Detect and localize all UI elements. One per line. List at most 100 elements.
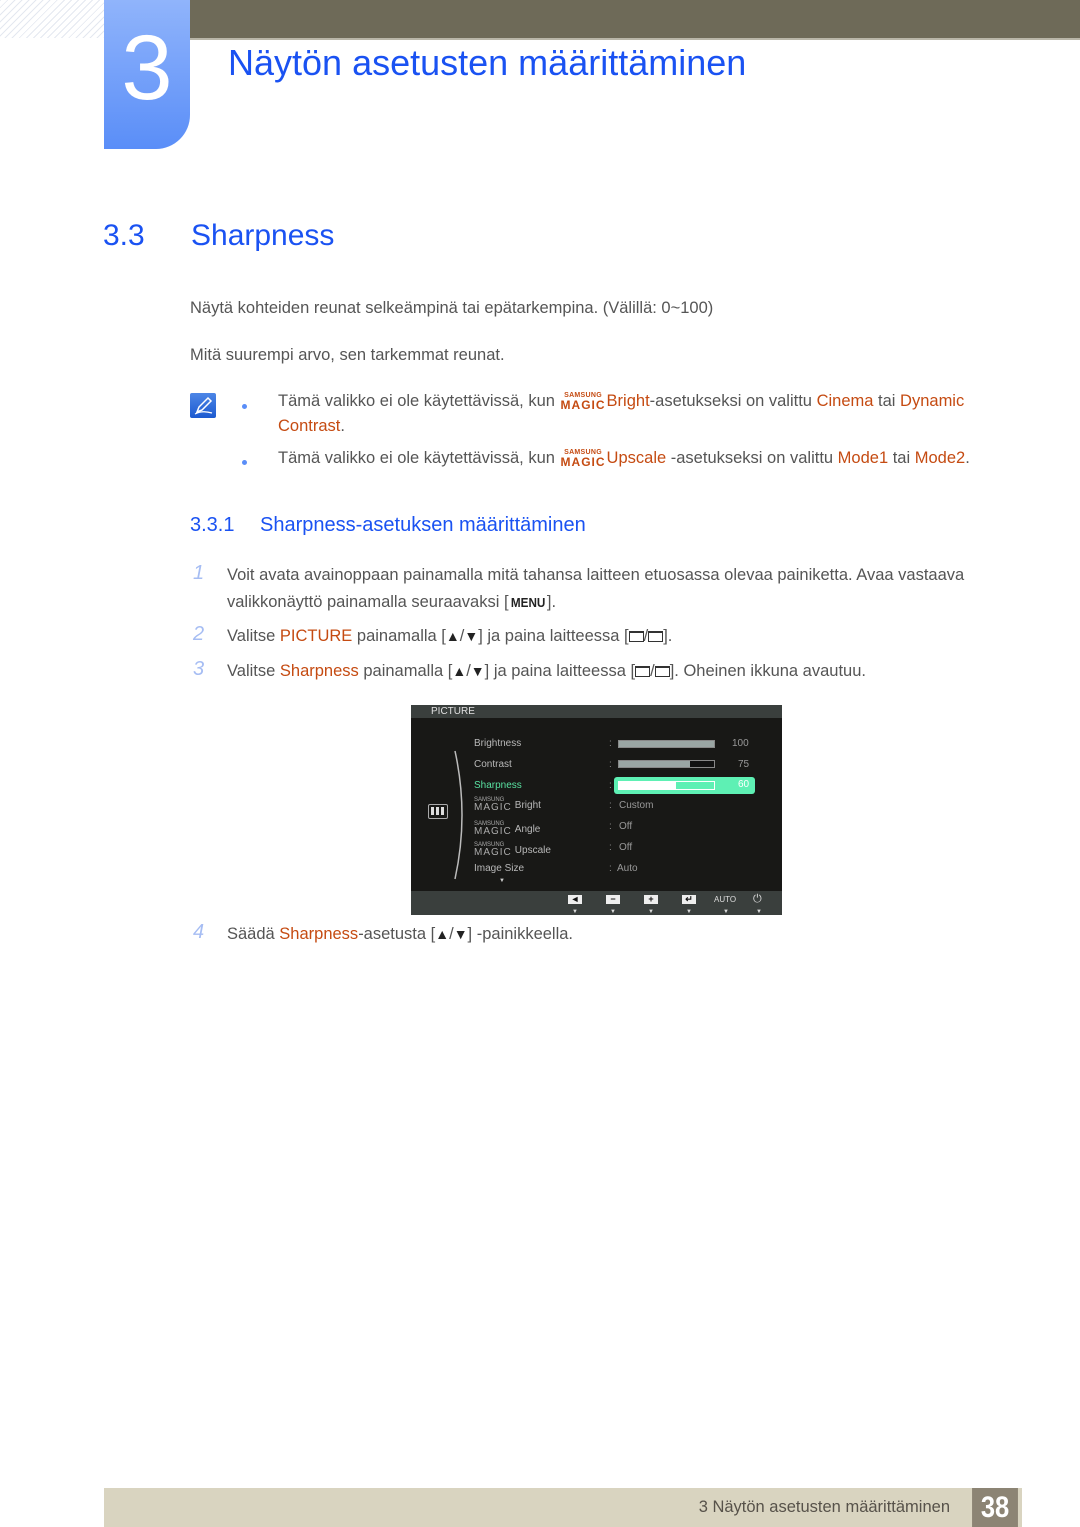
osd-label-text: Bright [514, 800, 541, 811]
step-text-part: Valitse [227, 627, 280, 645]
osd-header: PICTURE [411, 705, 782, 718]
logo-bottom: MAGIC [474, 802, 512, 813]
note-highlight: Contrast [278, 417, 341, 435]
contrast-bar [618, 760, 715, 768]
osd-colon: : [609, 800, 612, 811]
page-footer: 3 Näytön asetusten määrittäminen 38 [104, 1488, 1022, 1527]
osd-value: 60 [738, 779, 750, 790]
osd-colon: : [609, 759, 612, 770]
note-text: Tämä valikko ei ole käytettävissä, kun [278, 392, 560, 410]
intro-paragraph: Mitä suurempi arvo, sen tarkemmat reunat… [190, 346, 505, 364]
logo-bottom: MAGIC [560, 398, 606, 412]
note-highlight: Upscale [606, 449, 667, 467]
enter-button-icon: ↵ [682, 895, 696, 904]
button-pointer-icon: ▼ [648, 909, 654, 915]
bar-fill [619, 741, 714, 747]
samsung-magic-logo: SAMSUNG MAGIC [561, 449, 606, 468]
header-hatch-decoration [0, 0, 104, 38]
step-text-part: Säädä [227, 925, 280, 943]
sharpness-bar [618, 781, 715, 790]
page-number: 38 [972, 1488, 1018, 1527]
menu-key-icon: MENU [510, 595, 545, 610]
osd-item-brightness: Brightness [474, 738, 522, 749]
section-title: Sharpness [191, 219, 335, 252]
enter-key-icon [654, 666, 670, 677]
note-text: . [340, 417, 345, 435]
osd-item-magic-angle: SAMSUNG MAGIC Angle [474, 821, 540, 837]
step-number: 1 [193, 562, 205, 584]
step-text: Valitse Sharpness painamalla [▲/▼] ja pa… [227, 662, 866, 681]
step-highlight: PICTURE [279, 627, 353, 645]
osd-colon: : [609, 863, 612, 874]
samsung-magic-logo: SAMSUNG MAGIC [474, 797, 512, 813]
logo-bottom: MAGIC [474, 847, 512, 858]
note-item: Tämä valikko ei ole käytettävissä, kun S… [278, 392, 964, 411]
left-button-icon: ◄ [568, 895, 582, 904]
button-pointer-icon: ▼ [723, 909, 729, 915]
up-arrow-icon: ▲ [445, 628, 460, 644]
auto-button-label: AUTO [714, 895, 737, 904]
note-item: Tämä valikko ei ole käytettävissä, kun S… [278, 449, 970, 468]
step-highlight: Sharpness [279, 925, 359, 943]
logo-bottom: MAGIC [560, 455, 606, 469]
osd-colon: : [609, 842, 612, 853]
down-arrow-icon: ▼ [470, 663, 485, 679]
enter-key-icon [648, 631, 664, 642]
samsung-magic-logo: SAMSUNG MAGIC [561, 392, 606, 411]
step-highlight: Sharpness [279, 662, 359, 680]
osd-arc-decoration [454, 750, 463, 880]
osd-value: 100 [732, 738, 749, 749]
scroll-down-icon: ▼ [499, 878, 505, 884]
note-highlight: Cinema [816, 392, 874, 410]
samsung-magic-logo: SAMSUNG MAGIC [474, 821, 512, 837]
osd-item-sharpness: Sharpness [474, 780, 522, 791]
note-text: . [965, 449, 970, 467]
sharpness-selected-row: 60 [614, 777, 755, 794]
note-highlight: Bright [606, 392, 650, 410]
note-highlight: Mode1 [837, 449, 889, 467]
samsung-magic-logo: SAMSUNG MAGIC [474, 842, 512, 858]
step-text: Voit avata avainoppaan painamalla mitä t… [227, 566, 965, 584]
source-key-icon [635, 666, 651, 677]
note-text: Tämä valikko ei ole käytettävissä, kun [278, 449, 560, 467]
up-arrow-icon: ▲ [452, 663, 467, 679]
osd-label-text: Upscale [514, 845, 551, 856]
header-rule [190, 38, 1080, 40]
osd-menu-screenshot: PICTURE Brightness : 100 Contrast : 75 S… [411, 705, 782, 915]
osd-colon: : [609, 780, 612, 791]
step-text: Säädä Sharpness-asetusta [▲/▼] -painikke… [227, 925, 573, 944]
osd-item-contrast: Contrast [474, 759, 512, 770]
step-text: Valitse PICTURE painamalla [▲/▼] ja pain… [227, 627, 672, 646]
intro-paragraph: Näytä kohteiden reunat selkeämpinä tai e… [190, 299, 714, 317]
subsection-heading: 3.3.1 Sharpness-asetuksen määrittäminen [190, 514, 586, 537]
bar-fill [619, 782, 676, 789]
button-pointer-icon: ▼ [756, 909, 762, 915]
osd-value: 75 [738, 759, 750, 770]
bar-fill [619, 761, 691, 767]
step-text-part: -asetusta [ [358, 925, 436, 943]
button-pointer-icon: ▼ [610, 909, 616, 915]
power-icon: ⏻ [753, 893, 762, 905]
button-pointer-icon: ▼ [686, 909, 692, 915]
osd-value: Off [619, 821, 633, 832]
osd-title: PICTURE [431, 706, 475, 717]
plus-button-icon: + [644, 895, 658, 904]
footer-chapter-title: 3 Näytön asetusten määrittäminen [698, 1498, 950, 1516]
step-text-part: ] ja paina laitteessa [ [478, 627, 629, 645]
brightness-bar [618, 740, 715, 748]
osd-item-magic-upscale: SAMSUNG MAGIC Upscale [474, 842, 551, 858]
step-text-part: Valitse [227, 662, 280, 680]
note-highlight: Dynamic [900, 392, 965, 410]
subsection-number: 3.3.1 [190, 514, 235, 536]
osd-item-magic-bright: SAMSUNG MAGIC Bright [474, 797, 541, 813]
step-number: 3 [193, 658, 205, 680]
source-key-icon [628, 631, 644, 642]
step-text-part: ] ja paina laitteessa [ [484, 662, 636, 680]
note-text: tai [873, 392, 901, 410]
section-heading: 3.3 Sharpness [103, 219, 334, 253]
step-text-part: painamalla [ [352, 627, 446, 645]
step-text-part: painamalla [ [358, 662, 453, 680]
step-text-part: valikkonäyttö painamalla seuraavaksi [ [227, 593, 509, 611]
header-bar [190, 0, 1080, 38]
osd-label-text: Angle [514, 824, 541, 835]
